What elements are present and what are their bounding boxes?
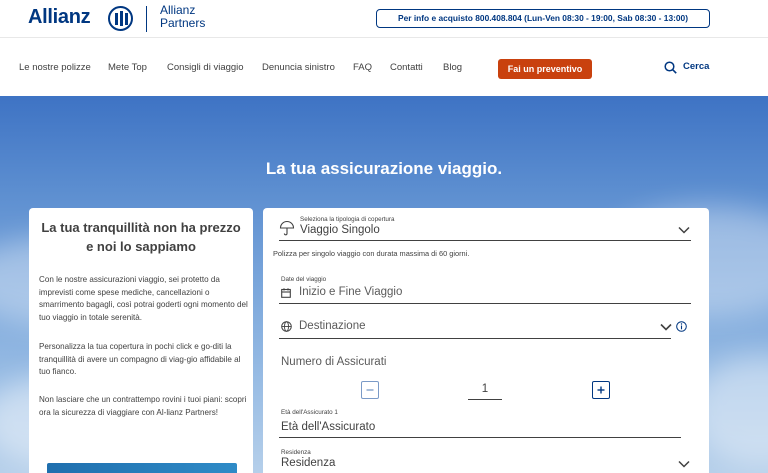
hero-section: La tua assicurazione viaggio. La tua tra… [0, 96, 768, 473]
globe-icon [281, 321, 292, 332]
insured-count-label: Numero di Assicurati [281, 356, 387, 368]
age-label: Età dell'Assicurato 1 [281, 409, 338, 416]
residence-label: Residenza [281, 449, 311, 456]
nav-item-consigli[interactable]: Consigli di viaggio [167, 62, 244, 73]
decrement-button[interactable] [361, 381, 379, 399]
plus-icon [597, 386, 605, 394]
coverage-label: Seleziona la tipologia di copertura [300, 216, 395, 223]
info-card-heading: La tua tranquillità non ha prezzo e noi … [41, 220, 241, 254]
dates-input[interactable]: Inizio e Fine Viaggio [299, 286, 402, 298]
info-paragraph-1: Con le nostre assicurazioni viaggio, sei… [39, 275, 248, 322]
top-header: Allianz Allianz Partners Per info e acqu… [0, 0, 768, 38]
nav-item-denuncia[interactable]: Denuncia sinistro [262, 62, 335, 73]
nav-item-polizze[interactable]: Le nostre polizze [19, 62, 91, 73]
nav-item-mete-top[interactable]: Mete Top [108, 62, 147, 73]
coverage-underline [279, 240, 691, 241]
dates-underline [279, 303, 691, 304]
destination-underline [279, 338, 671, 339]
age-underline [279, 437, 681, 438]
info-card: La tua tranquillità non ha prezzo e noi … [29, 208, 253, 473]
search-label[interactable]: Cerca [683, 61, 709, 72]
nav-item-contatti[interactable]: Contatti [390, 62, 423, 73]
quote-button[interactable]: Fai un preventivo [498, 59, 592, 79]
info-paragraph-2: Personalizza la tua copertura in pochi c… [39, 342, 241, 376]
calendar-icon [281, 288, 291, 298]
allianz-logo-icon[interactable] [108, 6, 133, 31]
insured-count-underline [468, 399, 502, 400]
chevron-down-icon[interactable] [678, 460, 690, 468]
search-icon[interactable] [664, 61, 677, 74]
hero-title: La tua assicurazione viaggio. [265, 159, 503, 178]
residence-select[interactable]: Residenza [281, 457, 335, 469]
minus-icon [366, 389, 374, 391]
nav-item-blog[interactable]: Blog [443, 62, 462, 73]
increment-button[interactable] [592, 381, 610, 399]
insured-count-value[interactable]: 1 [468, 383, 502, 395]
umbrella-icon [279, 220, 295, 236]
chevron-down-icon[interactable] [678, 226, 690, 234]
partners-logo[interactable]: Allianz Partners [160, 4, 205, 30]
age-input[interactable]: Età dell'Assicurato [281, 421, 375, 433]
coverage-note: Polizza per singolo viaggio con durata m… [273, 249, 470, 258]
destination-input[interactable]: Destinazione [299, 320, 365, 332]
contact-info-box[interactable]: Per info e acquisto 800.408.804 (Lun-Ven… [376, 9, 710, 28]
nav-item-faq[interactable]: FAQ [353, 62, 372, 73]
dates-label: Date del viaggio [281, 276, 327, 283]
main-nav: Le nostre polizze Mete Top Consigli di v… [0, 38, 768, 96]
info-icon[interactable] [676, 321, 687, 332]
coverage-select[interactable]: Viaggio Singolo [300, 224, 380, 236]
info-paragraph-3: Non lasciare che un contrattempo rovini … [39, 395, 247, 417]
allianz-logo-text[interactable]: Allianz [28, 6, 91, 29]
partners-line2: Partners [160, 16, 206, 30]
quote-form: Seleziona la tipologia di copertura Viag… [263, 208, 709, 473]
chevron-down-icon[interactable] [660, 323, 672, 331]
logo-divider [146, 6, 147, 32]
promo-image [47, 463, 237, 473]
